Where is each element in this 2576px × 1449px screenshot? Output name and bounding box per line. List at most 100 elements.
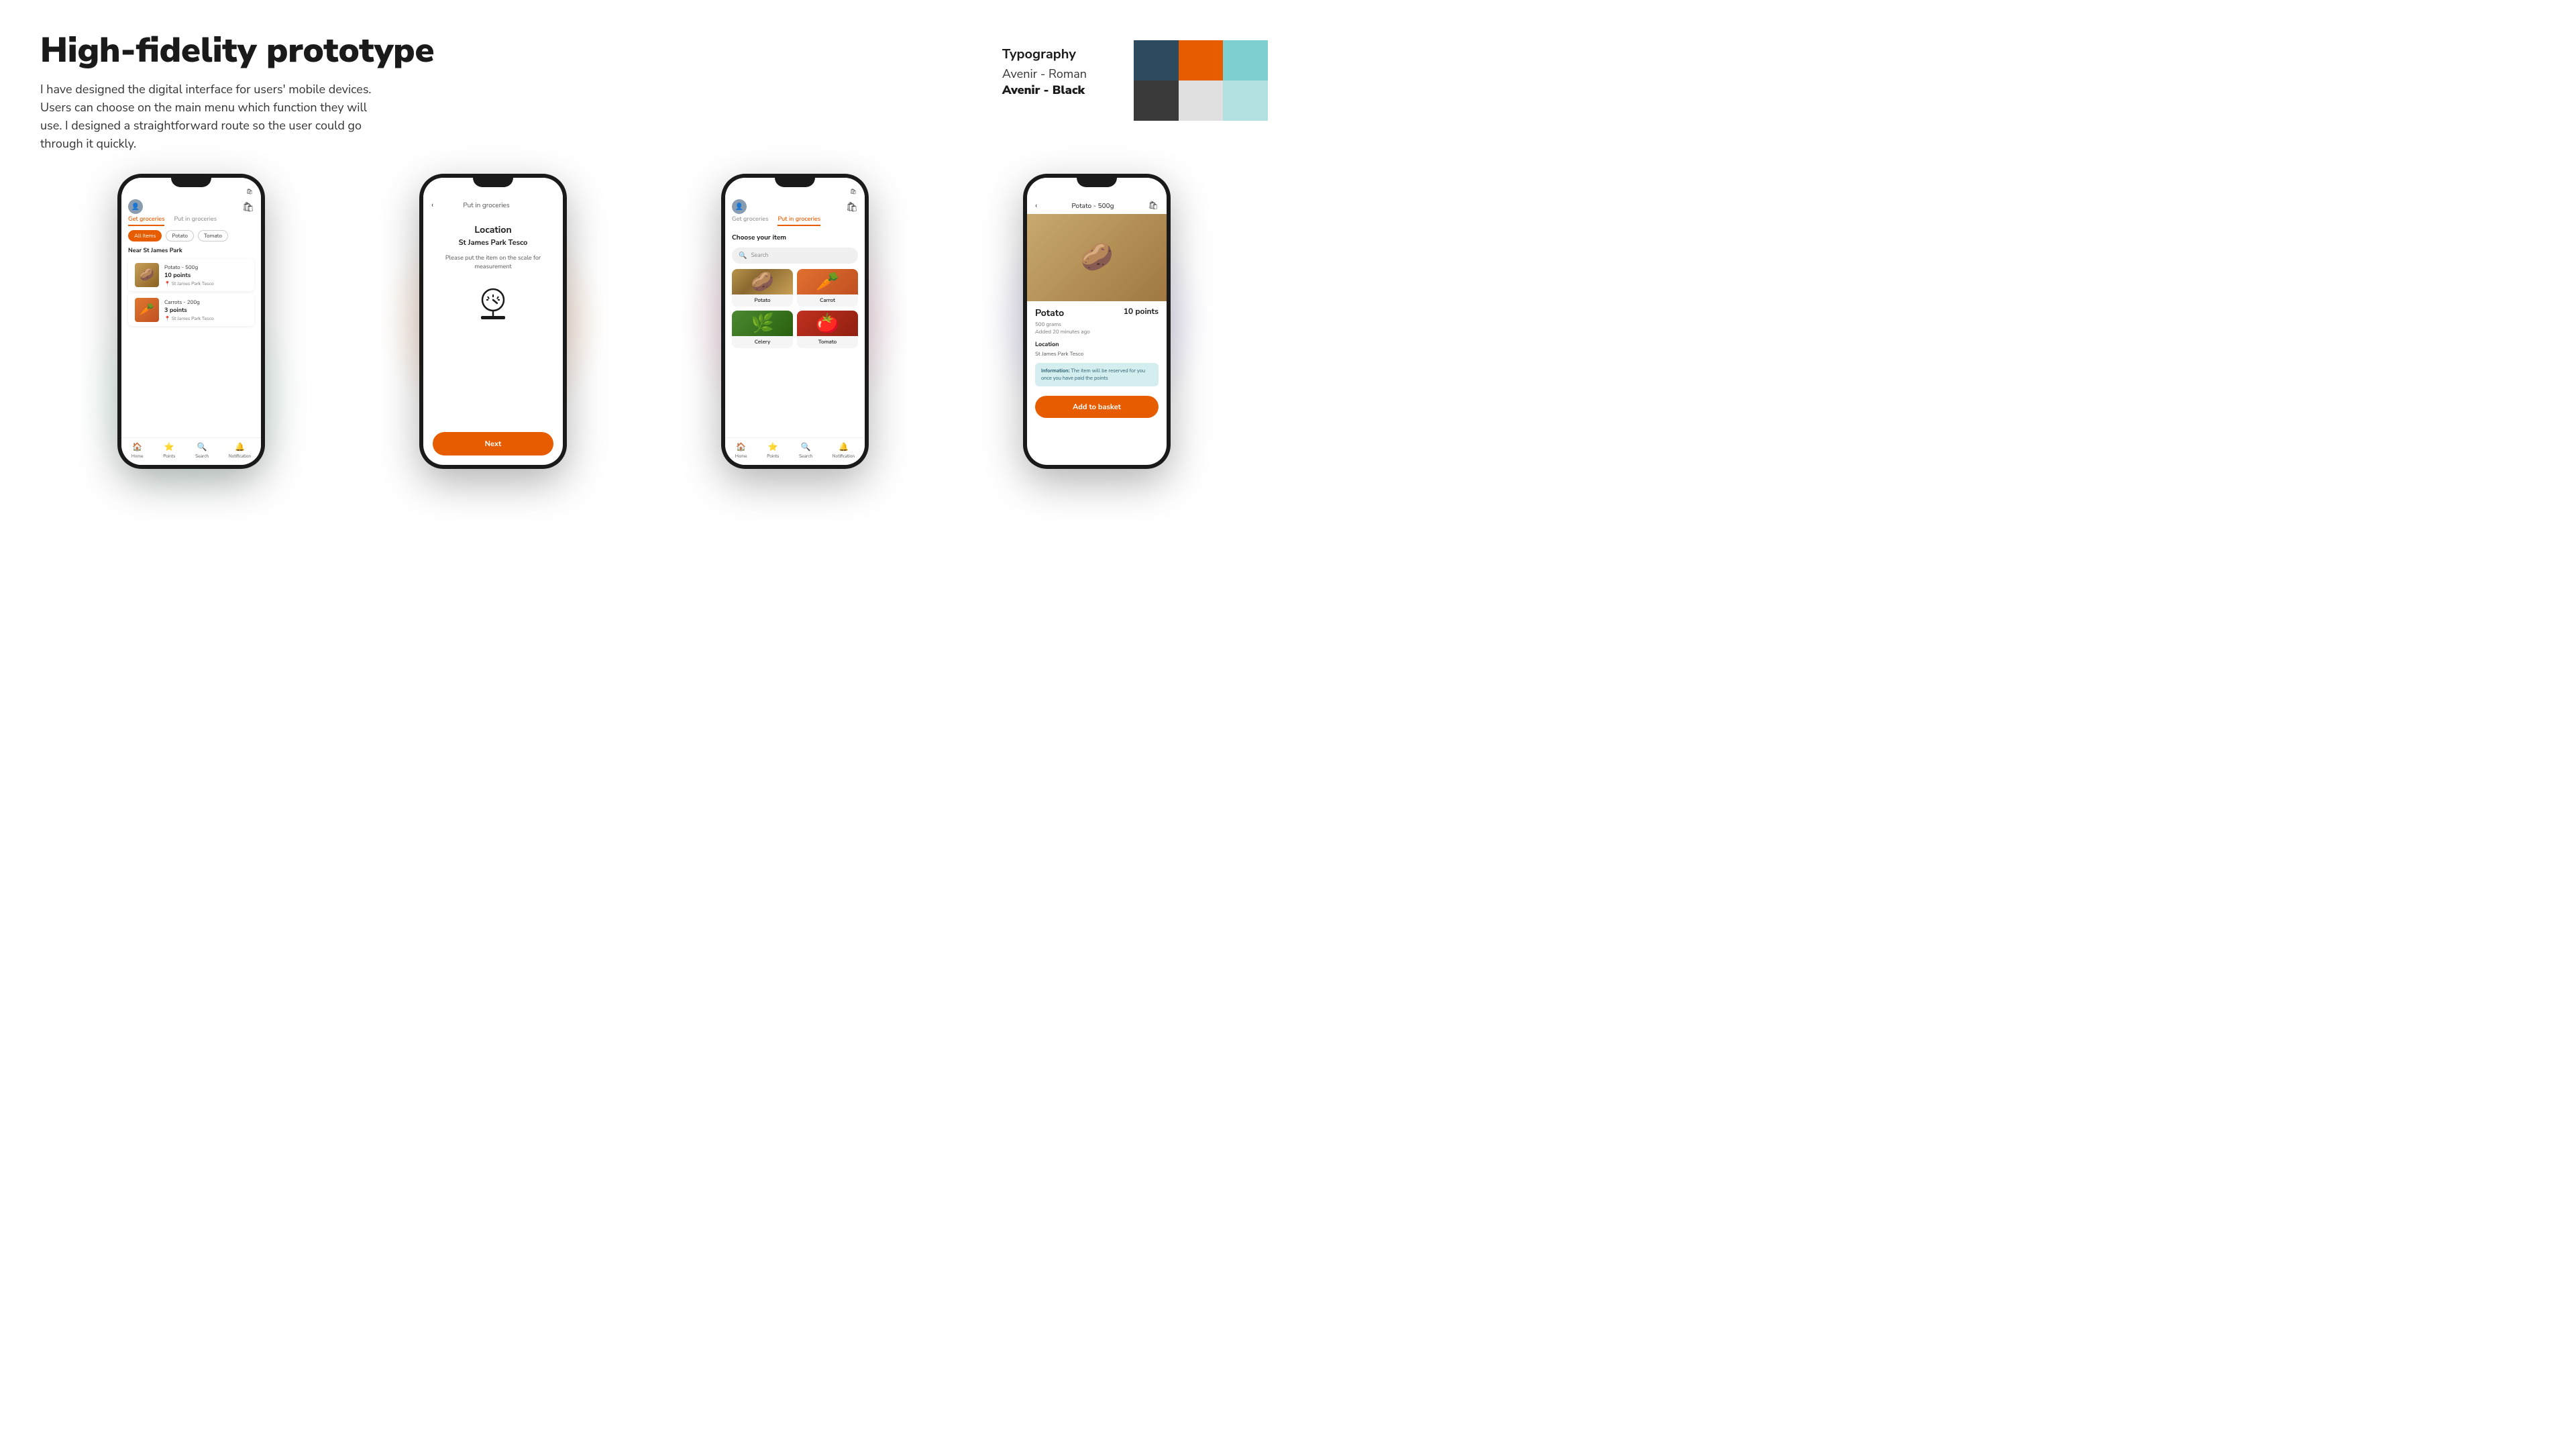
phone1-section-title: Near St James Park (121, 247, 261, 255)
phone1-item-carrots[interactable]: 🥕 Carrots - 200g 3 points 📍 St James Par… (128, 294, 254, 326)
phone1-inner: 🛍 👤 🛍 Get groceries Put in groceries A (121, 178, 261, 465)
pin-icon: 📍 (164, 281, 170, 287)
phone2-header: ‹ Put in groceries (423, 197, 563, 213)
swatch-pale-blue (1223, 80, 1268, 121)
phone3-grid-celery[interactable]: 🌿 Celery (732, 311, 793, 348)
phone3-grid-tomato[interactable]: 🍅 Tomato (797, 311, 858, 348)
phone2-location-title: Location (474, 223, 511, 236)
phone1-bag-icon: 🛍 (242, 201, 254, 213)
phone1-filter-pills: All Items Potato Tomato (121, 230, 261, 241)
phone2-location-name: St James Park Tesco (459, 237, 528, 248)
home-icon-3: 🏠 (736, 442, 746, 453)
phone1-tab-get[interactable]: Get groceries (128, 215, 164, 226)
phone3-search-bar[interactable]: 🔍 Search (732, 248, 858, 264)
notification-icon-3: 🔔 (839, 442, 849, 453)
typography-label: Typography (1002, 46, 1087, 64)
phone1-nav-points[interactable]: ⭐ Points (163, 442, 175, 460)
swatch-dark-gray (1134, 80, 1179, 121)
phone1-nav-home[interactable]: 🏠 Home (131, 442, 144, 460)
phone3-nav-points[interactable]: ⭐ Points (767, 442, 779, 460)
phone1-notch (171, 174, 211, 187)
phone4-header: ‹ Potato - 500g 🛍 (1027, 197, 1167, 214)
phone3-tabs: Get groceries Put in groceries (725, 215, 865, 226)
home-icon: 🏠 (132, 442, 142, 453)
phone2-wrap: ‹ Put in groceries Location St James Par… (419, 174, 567, 469)
phone1-pill-all[interactable]: All Items (128, 230, 162, 241)
phone1-pill-tomato[interactable]: Tomato (198, 230, 228, 241)
phone3: 🛍 👤 🛍 Get groceries Put in groceries Cho… (721, 174, 869, 469)
phone2-back-button[interactable]: ‹ (431, 200, 433, 211)
phone3-header: 👤 🛍 (725, 197, 865, 215)
phone1-potato-name: Potato - 500g (164, 264, 248, 271)
swatch-orange (1179, 40, 1224, 80)
phone2-location-box: Location St James Park Tesco Please put … (423, 213, 563, 425)
phone4-add-basket-button[interactable]: Add to basket (1035, 396, 1159, 418)
phone1-item-potato[interactable]: 🥔 Potato - 500g 10 points 📍 St James Par… (128, 259, 254, 291)
phone1-bottom-nav: 🏠 Home ⭐ Points 🔍 Search 🔔 (121, 437, 261, 465)
phone2-next-button[interactable]: Next (433, 432, 553, 455)
phone3-nav-home[interactable]: 🏠 Home (735, 442, 747, 460)
search-icon-3: 🔍 (801, 442, 811, 453)
phone3-bag-icon: 🛍 (846, 201, 858, 213)
phone3-search-icon: 🔍 (739, 251, 747, 260)
phone3-grid-potato[interactable]: 🥔 Potato (732, 269, 793, 307)
phone4-inner: ‹ Potato - 500g 🛍 🥔 Potato 10 points (1027, 178, 1167, 465)
phone3-potato-img: 🥔 (732, 269, 793, 294)
typography-black: Avenir - Black (1002, 83, 1087, 99)
phone1-carrots-info: Carrots - 200g 3 points 📍 St James Park … (164, 299, 248, 322)
phone3-wrap: 🛍 👤 🛍 Get groceries Put in groceries Cho… (721, 174, 869, 469)
phone3-grid: 🥔 Potato 🥕 Carrot 🌿 Celery 🍅 (725, 269, 865, 348)
phone3-inner: 🛍 👤 🛍 Get groceries Put in groceries Cho… (725, 178, 865, 465)
phone4-back-button[interactable]: ‹ (1035, 201, 1037, 211)
phone3-tomato-label: Tomato (818, 336, 837, 348)
phone1: 🛍 👤 🛍 Get groceries Put in groceries A (117, 174, 265, 469)
phone4-page-title: Potato - 500g (1071, 201, 1114, 211)
phone4-notch (1077, 174, 1117, 187)
phone1-potato-loc: 📍 St James Park Tesco (164, 281, 248, 287)
phone2-inner: ‹ Put in groceries Location St James Par… (423, 178, 563, 465)
phone3-tomato-img: 🍅 (797, 311, 858, 336)
phone4-location-value: St James Park Tesco (1035, 350, 1159, 358)
phone1-wrap: 🛍 👤 🛍 Get groceries Put in groceries A (117, 174, 265, 469)
phone2-page-title: Put in groceries (463, 201, 509, 210)
phone3-celery-label: Celery (755, 336, 771, 348)
phone1-cart-icon: 🛍 (246, 188, 253, 195)
search-icon: 🔍 (197, 442, 207, 453)
typography-roman: Avenir - Roman (1002, 66, 1087, 83)
phones-row: 🛍 👤 🛍 Get groceries Put in groceries A (40, 174, 1248, 469)
phone3-tab-put[interactable]: Put in groceries (777, 215, 820, 226)
swatch-dark-blue (1134, 40, 1179, 80)
phone3-nav-search[interactable]: 🔍 Search (799, 442, 812, 460)
page-description: I have designed the digital interface fo… (40, 81, 389, 154)
phone4: ‹ Potato - 500g 🛍 🥔 Potato 10 points (1023, 174, 1171, 469)
phone1-tab-put[interactable]: Put in groceries (174, 215, 217, 226)
phone1-carrots-img: 🥕 (135, 298, 159, 322)
phone2: ‹ Put in groceries Location St James Par… (419, 174, 567, 469)
phone1-carrots-name: Carrots - 200g (164, 299, 248, 306)
phone3-tab-get[interactable]: Get groceries (732, 215, 768, 226)
phone4-info: Potato 10 points 500 grams Added 20 minu… (1027, 301, 1167, 396)
phone1-pill-potato[interactable]: Potato (166, 230, 194, 241)
phone4-wrap: ‹ Potato - 500g 🛍 🥔 Potato 10 points (1023, 174, 1171, 469)
phone4-name-row: Potato 10 points (1035, 307, 1159, 319)
phone1-potato-info: Potato - 500g 10 points 📍 St James Park … (164, 264, 248, 287)
notification-icon: 🔔 (235, 442, 245, 453)
phone3-bottom-nav: 🏠 Home ⭐ Points 🔍 Search 🔔 (725, 437, 865, 465)
swatch-light-blue (1223, 40, 1268, 80)
color-swatches (1134, 40, 1268, 121)
phone2-instruction: Please put the item on the scale for mea… (433, 254, 553, 271)
phone4-location-label: Location (1035, 341, 1159, 349)
phone3-grid-carrot[interactable]: 🥕 Carrot (797, 269, 858, 307)
swatch-light-gray (1179, 80, 1224, 121)
phone3-carrot-img: 🥕 (797, 269, 858, 294)
phone3-nav-notification[interactable]: 🔔 Notification (833, 442, 855, 460)
phone1-nav-search[interactable]: 🔍 Search (195, 442, 209, 460)
phone4-product-image: 🥔 (1027, 214, 1167, 301)
typography-section: Typography Avenir - Roman Avenir - Black (1002, 46, 1087, 99)
scale-icon (473, 284, 513, 325)
phone3-search-placeholder: Search (751, 252, 768, 260)
phone1-nav-notification[interactable]: 🔔 Notification (229, 442, 251, 460)
phone1-potato-img: 🥔 (135, 263, 159, 287)
phone4-weight: 500 grams (1035, 321, 1159, 328)
phone4-info-label: Information: (1041, 367, 1069, 374)
